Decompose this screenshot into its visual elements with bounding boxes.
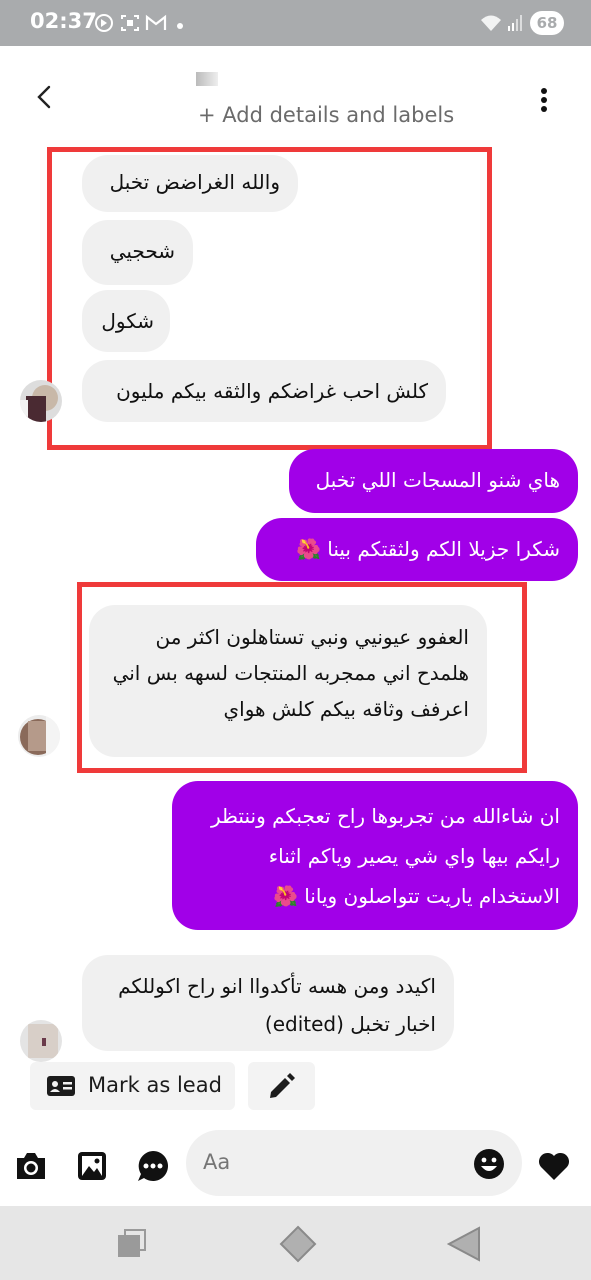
message-bubble-incoming[interactable]: العفوو عيونيي ونبي تستاهلون اكثر من هلمد…	[89, 605, 487, 757]
message-line: العفوو عيونيي ونبي تستاهلون اكثر من	[155, 625, 469, 649]
message-text: شكول	[101, 309, 154, 333]
message-bubble-incoming[interactable]: اكيدد ومن هسه تأكدواا انو راح اكوللكم اخ…	[82, 955, 454, 1051]
message-bubble-incoming[interactable]: كلش احب غراضكم والثقه بيكم مليون	[82, 360, 446, 422]
message-line: اخبار تخبل (edited)	[264, 1012, 436, 1036]
message-input-placeholder: Aa	[203, 1150, 231, 1174]
message-text: كلش احب غراضكم والثقه بيكم مليون	[116, 379, 428, 403]
wifi-icon	[480, 14, 502, 32]
contact-name-redacted	[196, 72, 218, 86]
heart-icon[interactable]	[537, 1151, 571, 1181]
message-bubble-incoming[interactable]: شحجيي	[82, 220, 193, 285]
message-bubble-incoming[interactable]: والله الغراضض تخبل	[82, 155, 298, 212]
message-line: الاستخدام ياريت تتواصلون ويانا 🌺	[272, 884, 560, 908]
message-bubble-incoming[interactable]: شكول	[82, 290, 170, 352]
kebab-menu-button[interactable]	[530, 86, 558, 114]
message-bubble-outgoing[interactable]: هاي شنو المسجات اللي تخبل	[289, 449, 578, 513]
message-line: اعرفف وثاقه بيكم كلش هواي	[223, 697, 469, 721]
battery-indicator: 68	[530, 11, 564, 35]
add-details-link[interactable]: + Add details and labels	[198, 103, 454, 127]
contact-card-icon	[46, 1074, 76, 1098]
avatar[interactable]	[18, 715, 60, 757]
avatar[interactable]	[20, 380, 62, 422]
avatar[interactable]	[20, 1020, 62, 1062]
pencil-icon	[266, 1072, 296, 1102]
message-input[interactable]	[186, 1130, 522, 1196]
message-text: والله الغراضض تخبل	[109, 170, 280, 194]
gallery-icon[interactable]	[76, 1150, 108, 1182]
message-line: ان شاءالله من تجربوها راح تعجبكم وننتظر	[210, 804, 560, 828]
sync-icon	[93, 13, 115, 33]
signal-icon	[507, 14, 523, 32]
gmail-icon	[145, 13, 167, 33]
message-line: رايكم بيها واي شي يصير وياكم اثناء	[268, 844, 560, 868]
message-text: شحجيي	[109, 239, 175, 263]
emoji-icon[interactable]	[473, 1148, 505, 1180]
back-button[interactable]	[30, 82, 60, 112]
message-bubble-outgoing[interactable]: ان شاءالله من تجربوها راح تعجبكم وننتظر …	[172, 781, 578, 930]
screenshot-icon	[119, 13, 141, 33]
kebab-menu-icon	[541, 88, 547, 112]
message-line: اكيدد ومن هسه تأكدواا انو راح اكوللكم	[118, 974, 436, 998]
message-text: هاي شنو المسجات اللي تخبل	[315, 468, 560, 492]
chevron-left-icon	[37, 85, 51, 109]
message-line: هلمدح اني ممجربه المنتجات لسهه بس اني	[112, 661, 469, 685]
status-time: 02:37	[30, 9, 97, 33]
message-text: شكرا جزيلا الكم ولثقتكم بينا 🌺	[295, 537, 560, 561]
camera-icon[interactable]	[14, 1150, 48, 1182]
mark-as-lead-label: Mark as lead	[88, 1073, 222, 1097]
home-icon[interactable]	[279, 1225, 317, 1263]
back-nav-icon[interactable]	[446, 1226, 481, 1262]
notification-dot-icon	[177, 23, 183, 29]
recents-icon[interactable]	[116, 1227, 148, 1259]
chat-bubble-icon[interactable]	[136, 1149, 170, 1183]
message-bubble-outgoing[interactable]: شكرا جزيلا الكم ولثقتكم بينا 🌺	[256, 518, 578, 581]
